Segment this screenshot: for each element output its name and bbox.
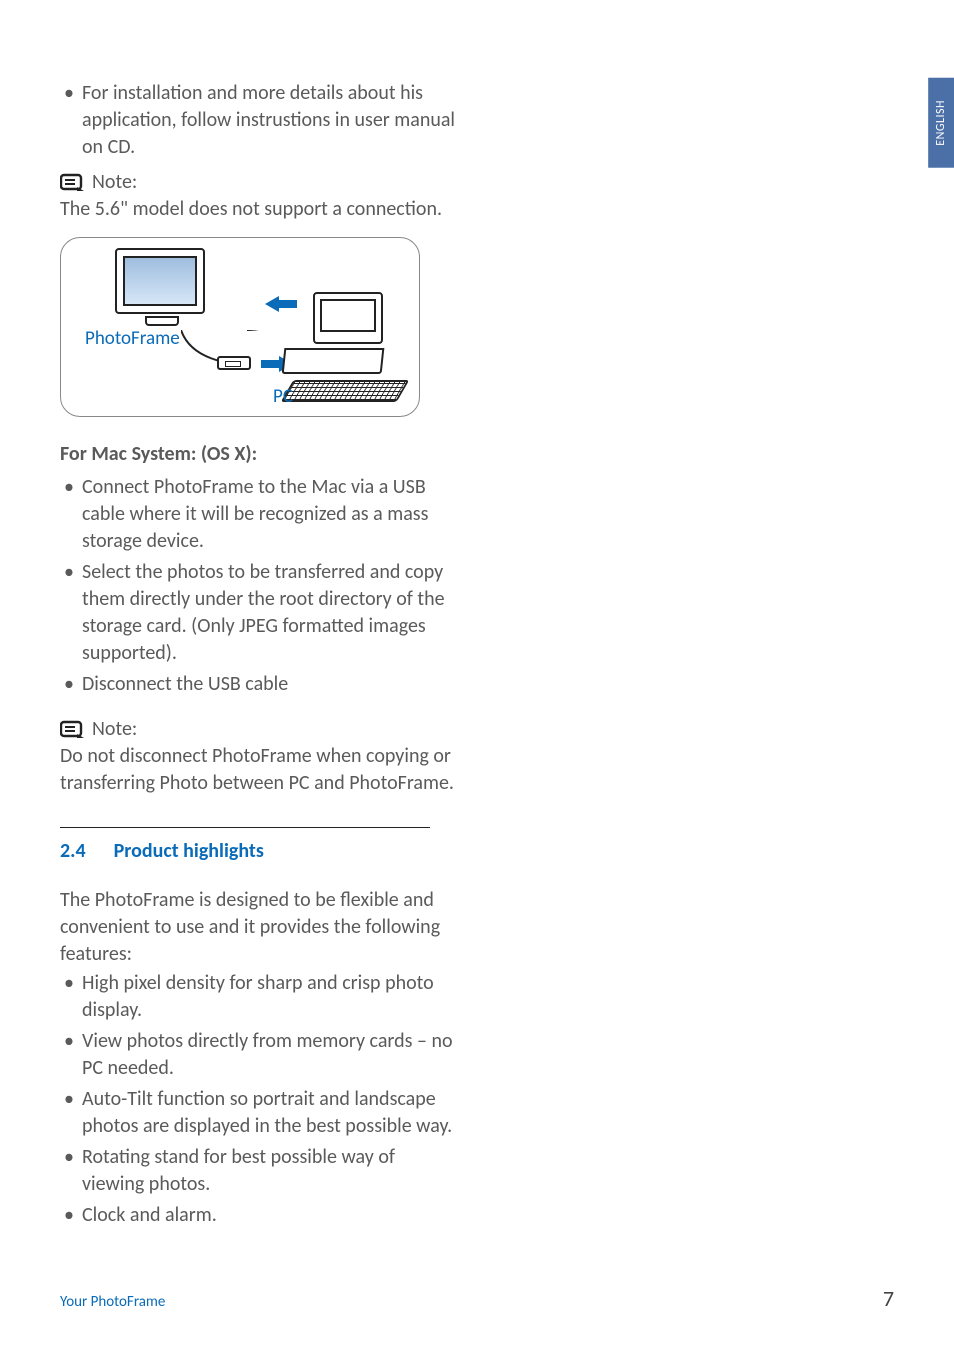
highlights-intro: The PhotoFrame is designed to be flexibl…: [60, 887, 460, 968]
section-heading: 2.4 Product highlights: [60, 838, 460, 865]
mac-step-2: Select the photos to be transferred and …: [60, 559, 460, 667]
note-2-body: Do not disconnect PhotoFrame when copyin…: [60, 743, 460, 797]
note-icon: [60, 173, 84, 193]
highlight-item: View photos directly from memory cards –…: [60, 1028, 460, 1082]
footer-title: Your PhotoFrame: [60, 1292, 165, 1312]
diagram-usb-icon: [217, 356, 251, 370]
mac-steps: Connect PhotoFrame to the Mac via a USB …: [60, 474, 460, 698]
diagram-photoframe-icon: [115, 248, 205, 314]
highlight-item: Auto-Tilt function so portrait and lands…: [60, 1086, 460, 1140]
content-column: For installation and more details about …: [60, 80, 460, 1229]
highlight-item: Clock and alarm.: [60, 1202, 460, 1229]
note-2-label: Note:: [92, 716, 137, 743]
page: ENGLISH For installation and more detail…: [0, 0, 954, 1354]
diagram-pc-label: PC: [273, 384, 293, 410]
bullet-install-cd: For installation and more details about …: [60, 80, 460, 161]
note-2-header: Note:: [60, 716, 460, 743]
diagram-pc-base-icon: [282, 348, 385, 374]
diagram-pc-monitor-icon: [313, 292, 383, 344]
note-1-header: Note:: [60, 169, 460, 196]
intro-bullets: For installation and more details about …: [60, 80, 460, 161]
note-1-body: The 5.6" model does not support a connec…: [60, 196, 460, 223]
highlight-item: High pixel density for sharp and crisp p…: [60, 970, 460, 1024]
highlight-item: Rotating stand for best possible way of …: [60, 1144, 460, 1198]
diagram-photoframe-foot: [145, 316, 179, 326]
diagram-photoframe-label: PhotoFrame: [85, 326, 180, 352]
page-footer: Your PhotoFrame 7: [60, 1284, 894, 1314]
note-1-label: Note:: [92, 169, 137, 196]
mac-step-1: Connect PhotoFrame to the Mac via a USB …: [60, 474, 460, 555]
diagram-pc-keyboard-icon: [281, 380, 410, 402]
language-tab: ENGLISH: [928, 78, 954, 168]
mac-step-3: Disconnect the USB cable: [60, 671, 460, 698]
diagram-arrow-to-frame-icon: [265, 296, 279, 312]
mac-heading: For Mac System: (OS X):: [60, 441, 460, 468]
section-title: Product highlights: [114, 838, 264, 865]
section-divider: [60, 827, 430, 828]
note-icon: [60, 720, 84, 740]
footer-page-number: 7: [883, 1284, 894, 1314]
highlights-list: High pixel density for sharp and crisp p…: [60, 970, 460, 1229]
connection-diagram: PhotoFrame PC: [60, 237, 420, 417]
section-number: 2.4: [60, 838, 86, 865]
